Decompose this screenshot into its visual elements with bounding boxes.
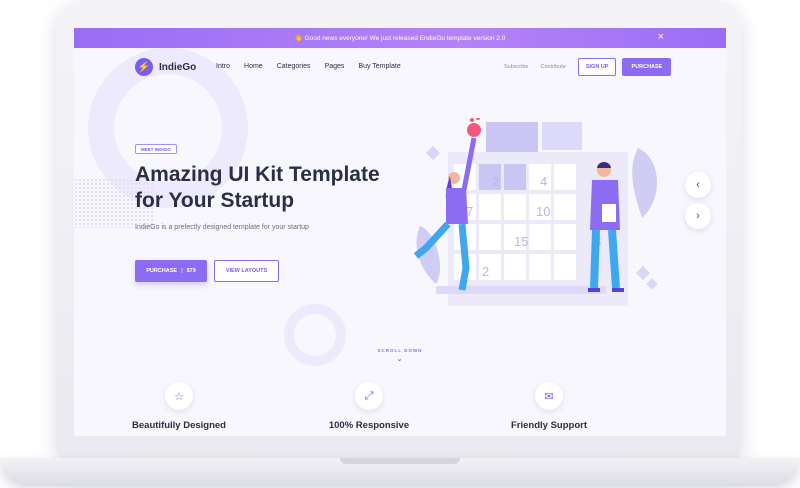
diamond-shape (425, 145, 441, 161)
feature-support: ✉ Friendly Support (479, 382, 619, 431)
hero-title: Amazing UI Kit Template for Your Startup (135, 163, 380, 212)
decorative-ring-small (284, 304, 346, 366)
feature-title: 100% Responsive (328, 420, 410, 431)
illus-block (486, 122, 538, 156)
purchase-nav-button[interactable]: PURCHASE (622, 58, 672, 76)
hero-subtitle: IndieGo is a prefectly designed template… (135, 224, 309, 231)
main-menu: Intro Home Categories Pages Buy Template (216, 63, 415, 70)
laptop-notch (340, 458, 460, 464)
expand-icon: ⤢ (355, 382, 383, 410)
menu-item-pages[interactable]: Pages (325, 63, 345, 70)
announcement-banner: 👋 Good news everyone! We just released E… (74, 28, 726, 48)
calendar-number: 4 (540, 174, 547, 189)
meet-badge: MEET INDIGO (135, 144, 177, 154)
piggy-bank (467, 123, 481, 137)
diamond-shape (635, 265, 651, 281)
subscribe-link[interactable]: Subscribe (504, 64, 528, 70)
signup-button[interactable]: SIGN UP (577, 58, 617, 76)
logo[interactable]: ⚡ IndieGo (135, 58, 196, 76)
feature-title: Friendly Support (511, 420, 587, 431)
illus-block (542, 122, 582, 150)
coin (470, 118, 474, 122)
nav-actions: Subscribe Contribute SIGN UP PURCHASE (504, 58, 672, 76)
view-layouts-button[interactable]: VIEW LAYOUTS (214, 260, 279, 282)
purchase-label: PURCHASE (146, 268, 178, 274)
price: $79 (186, 268, 196, 274)
slider-next-button[interactable]: › (685, 203, 711, 229)
calendar-number: 2 (482, 264, 489, 279)
tablet (602, 204, 616, 222)
divider: | (181, 268, 183, 274)
calendar-number: 15 (514, 234, 528, 249)
chevron-down-icon: ⌄ (396, 356, 404, 363)
menu-item-home[interactable]: Home (244, 63, 263, 70)
feature-responsive: ⤢ 100% Responsive (299, 382, 439, 431)
feature-title: Beautifully Designed (132, 420, 226, 431)
screen: 👋 Good news everyone! We just released E… (74, 28, 726, 436)
feature-designed: ☆ Beautifully Designed (109, 382, 249, 431)
slider-prev-button[interactable]: ‹ (685, 172, 711, 198)
scroll-down-label: SCROLL DOWN (377, 348, 423, 353)
diamond-shape (646, 278, 658, 290)
menu-item-buy-template[interactable]: Buy Template (358, 63, 400, 70)
calendar-number: 10 (536, 204, 550, 219)
plant-leaf (632, 148, 657, 218)
star-icon: ☆ (165, 382, 193, 410)
close-icon[interactable]: × (658, 32, 664, 43)
scroll-down[interactable]: SCROLL DOWN ⌄ (364, 348, 436, 363)
torso (446, 188, 468, 224)
bolt-icon: ⚡ (135, 58, 153, 76)
banner-text: 👋 Good news everyone! We just released E… (294, 35, 506, 42)
contribute-link[interactable]: Contribute (540, 64, 565, 70)
calendar-number: 2 (492, 174, 499, 189)
mail-icon: ✉ (535, 382, 563, 410)
menu-item-categories[interactable]: Categories (277, 63, 311, 70)
hero-illustration: 2 4 7 10 15 8 2 (413, 118, 658, 306)
leg (590, 229, 600, 289)
navbar: ⚡ IndieGo Intro Home Categories Pages Bu… (74, 48, 726, 86)
leg (458, 223, 470, 291)
coin (476, 118, 480, 120)
brand-name: IndieGo (159, 61, 197, 73)
purchase-button[interactable]: PURCHASE | $79 (135, 260, 207, 282)
leg (608, 229, 620, 289)
menu-item-intro[interactable]: Intro (216, 63, 230, 70)
